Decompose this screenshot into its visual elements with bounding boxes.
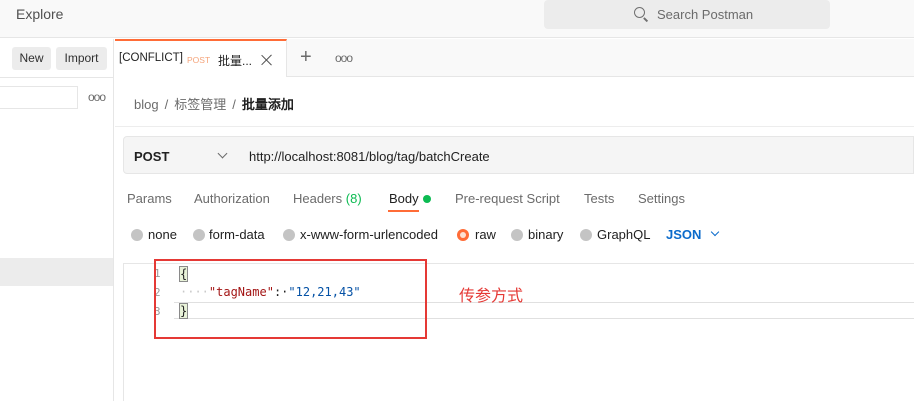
tab-params[interactable]: Params xyxy=(127,191,172,206)
search-box[interactable]: Search Postman xyxy=(544,0,830,29)
tab-conflict-label: [CONFLICT] xyxy=(119,52,183,64)
radio-graphql[interactable] xyxy=(580,229,592,241)
radio-raw-label[interactable]: raw xyxy=(475,227,496,242)
radio-urlencoded-label[interactable]: x-www-form-urlencoded xyxy=(300,227,438,242)
radio-binary[interactable] xyxy=(511,229,523,241)
breadcrumb-item-blog[interactable]: blog xyxy=(134,97,159,112)
tab-name-label: 批量... xyxy=(218,54,253,68)
breadcrumb-current: 批量添加 xyxy=(241,97,294,112)
import-button[interactable]: Import xyxy=(56,47,107,70)
tab-settings[interactable]: Settings xyxy=(638,191,685,206)
radio-form-data-label[interactable]: form-data xyxy=(209,227,265,242)
close-icon[interactable] xyxy=(260,53,274,67)
url-input[interactable]: http://localhost:8081/blog/tag/batchCrea… xyxy=(238,136,914,174)
tab-body[interactable]: Body xyxy=(389,191,419,206)
tab-headers-label: Headers xyxy=(293,191,343,206)
body-indicator-dot xyxy=(423,195,431,203)
sidebar-divider xyxy=(0,77,113,78)
explore-link[interactable]: Explore xyxy=(16,6,63,22)
annotation-box xyxy=(154,259,427,339)
new-tab-button[interactable]: + xyxy=(300,46,312,69)
tab-active-request[interactable]: [CONFLICT] POST 批量... xyxy=(115,39,287,77)
tab-headers[interactable]: Headers (8) xyxy=(293,191,362,206)
sidebar-selected-item[interactable] xyxy=(0,258,113,286)
search-placeholder: Search Postman xyxy=(657,7,754,22)
left-sidebar: New Import ooo xyxy=(0,39,114,401)
request-tab-bar: [CONFLICT] POST 批量... + ooo xyxy=(115,39,914,77)
radio-form-data[interactable] xyxy=(193,229,205,241)
radio-graphql-label[interactable]: GraphQL xyxy=(597,227,650,242)
radio-urlencoded[interactable] xyxy=(283,229,295,241)
method-select[interactable]: POST xyxy=(123,136,239,174)
radio-none[interactable] xyxy=(131,229,143,241)
tab-method-label: POST xyxy=(187,55,211,65)
new-button[interactable]: New xyxy=(12,47,51,70)
format-select[interactable]: JSON xyxy=(666,227,701,242)
tab-pre-request-script[interactable]: Pre-request Script xyxy=(455,191,560,206)
active-tab-underline xyxy=(388,210,419,212)
breadcrumb-item-tag-management[interactable]: 标签管理 xyxy=(174,97,226,112)
breadcrumb: blog / 标签管理 / 批量添加 xyxy=(134,94,294,113)
radio-none-label[interactable]: none xyxy=(148,227,177,242)
chevron-down-icon xyxy=(217,148,228,159)
method-label: POST xyxy=(134,149,170,164)
tab-more-icon[interactable]: ooo xyxy=(335,51,353,65)
annotation-text: 传参方式 xyxy=(459,286,524,305)
sidebar-more-icon[interactable]: ooo xyxy=(88,90,106,104)
top-header: Explore Search Postman xyxy=(0,0,914,38)
breadcrumb-separator: / xyxy=(164,97,169,112)
headers-count: (8) xyxy=(345,191,362,206)
sidebar-filter-input[interactable] xyxy=(0,86,78,109)
chevron-down-icon[interactable] xyxy=(710,227,720,237)
breadcrumb-separator: / xyxy=(232,97,236,112)
radio-binary-label[interactable]: binary xyxy=(528,227,563,242)
url-value: http://localhost:8081/blog/tag/batchCrea… xyxy=(249,149,490,164)
breadcrumb-divider xyxy=(115,126,914,127)
radio-raw[interactable] xyxy=(457,229,469,241)
search-icon xyxy=(634,7,645,18)
tab-tests[interactable]: Tests xyxy=(584,191,614,206)
tab-authorization[interactable]: Authorization xyxy=(194,191,270,206)
